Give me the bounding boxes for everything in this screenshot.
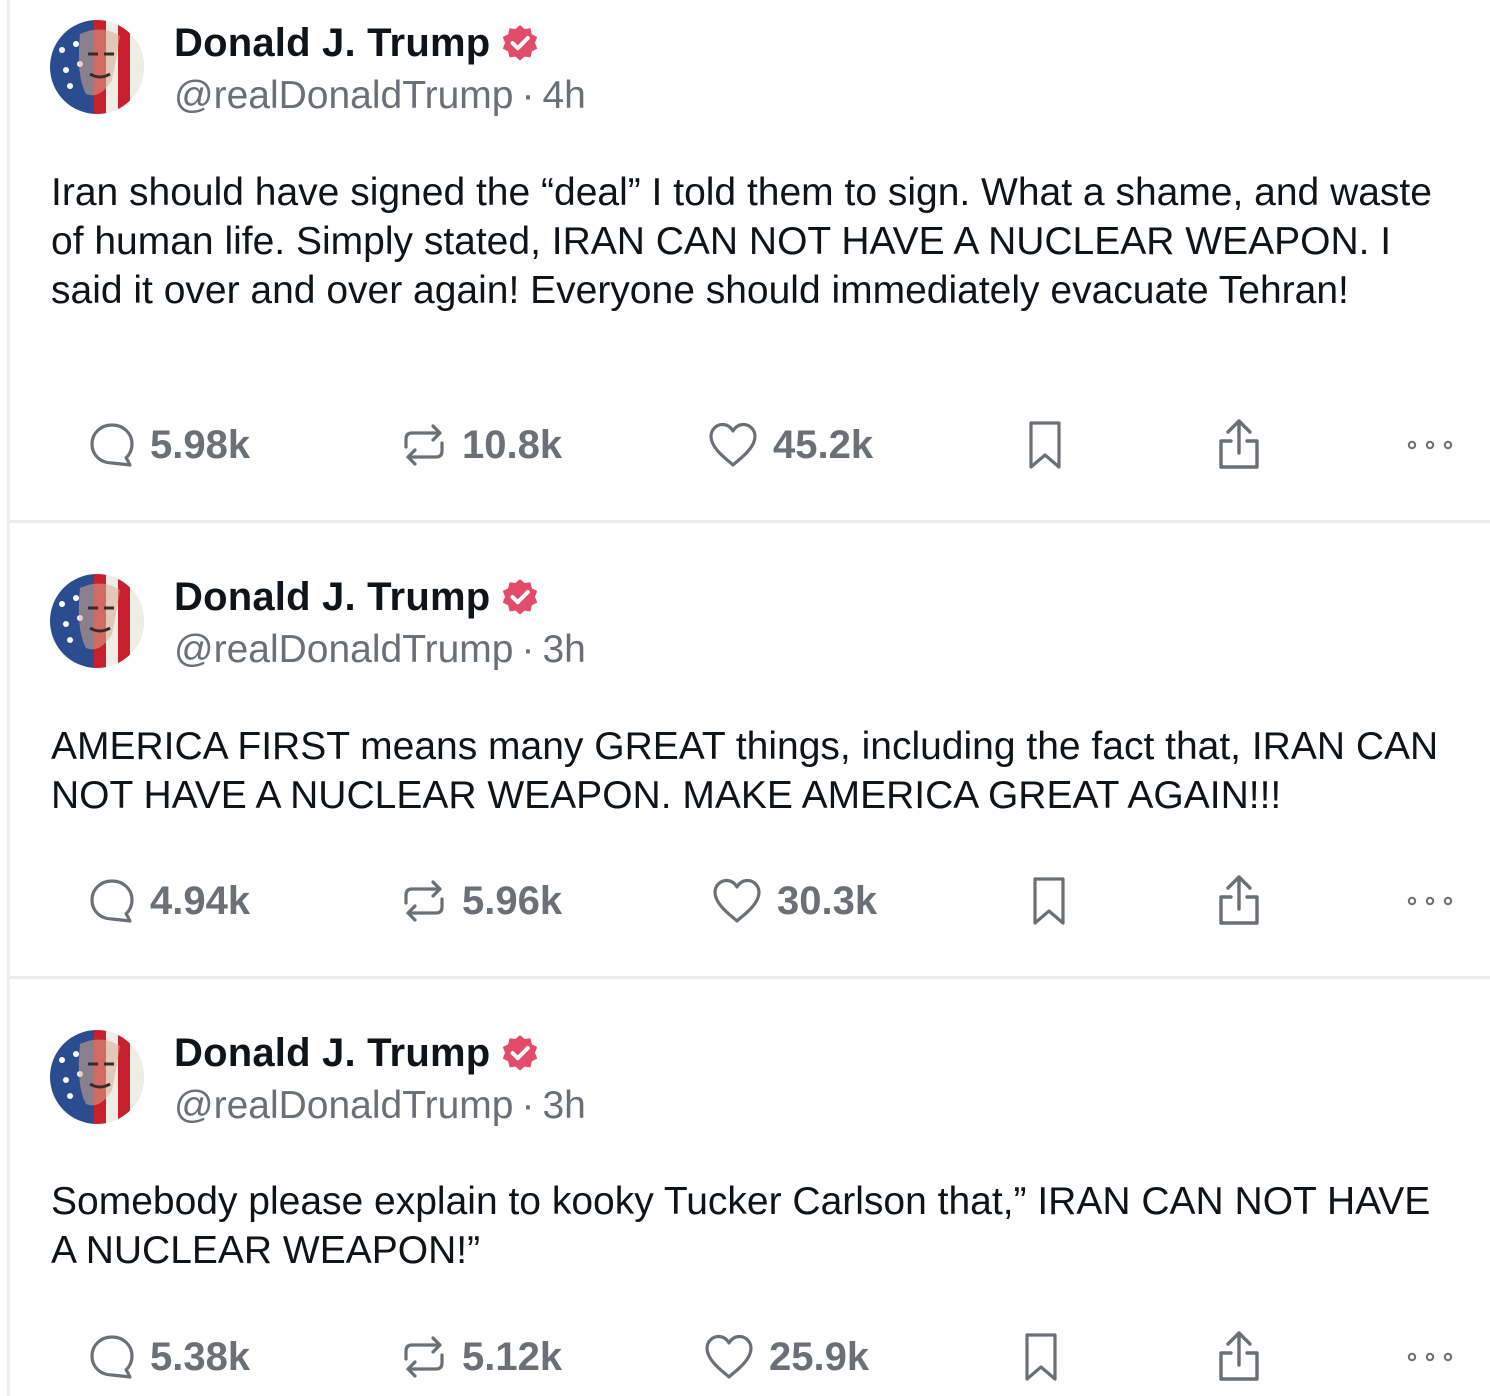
- handle-row: @realDonaldTrump · 4h: [174, 74, 586, 118]
- author-name[interactable]: Donald J. Trump: [174, 1031, 490, 1076]
- bookmark-button[interactable]: [1019, 1327, 1063, 1387]
- heart-icon: [713, 878, 761, 923]
- repost-arrows-icon: [404, 880, 444, 922]
- bookmark-icon: [1033, 877, 1065, 925]
- post-timestamp[interactable]: 3h: [542, 628, 585, 671]
- share-upload-icon: [1219, 419, 1259, 469]
- handle-row: @realDonaldTrump · 3h: [174, 1084, 586, 1128]
- author-row: Donald J. Trump: [174, 1028, 540, 1078]
- author-row: Donald J. Trump: [174, 572, 540, 622]
- speech-bubble-icon: [90, 423, 134, 467]
- share-button[interactable]: [1215, 871, 1263, 931]
- like-count: 45.2k: [773, 422, 874, 467]
- repost-button[interactable]: 10.8k: [400, 415, 562, 475]
- share-button[interactable]: [1215, 415, 1263, 475]
- speech-bubble-icon: [90, 1335, 134, 1379]
- like-button[interactable]: 25.9k: [703, 1327, 869, 1387]
- separator-dot: ·: [521, 74, 535, 117]
- author-handle[interactable]: @realDonaldTrump: [174, 1084, 513, 1127]
- post-timestamp[interactable]: 3h: [542, 1084, 585, 1127]
- share-upload-icon: [1219, 875, 1259, 925]
- post-text: Somebody please explain to kooky Tucker …: [51, 1180, 1431, 1272]
- reply-button[interactable]: 4.94k: [88, 871, 250, 931]
- repost-arrows-icon: [404, 424, 444, 466]
- more-options-button[interactable]: [1406, 415, 1454, 475]
- repost-button[interactable]: 5.12k: [400, 1327, 562, 1387]
- reply-button[interactable]: 5.98k: [88, 415, 250, 475]
- verified-badge-icon: [503, 25, 538, 61]
- author-handle[interactable]: @realDonaldTrump: [174, 74, 513, 117]
- handle-row: @realDonaldTrump · 3h: [174, 628, 586, 672]
- verified-badge-icon: [503, 1035, 538, 1071]
- author-handle[interactable]: @realDonaldTrump: [174, 628, 513, 671]
- post-card[interactable]: Donald J. Trump @realDonaldTrump · 3h AMER…: [10, 523, 1490, 979]
- action-bar: 5.38k 5.12k 25.9k: [10, 1327, 1490, 1387]
- avatar[interactable]: [50, 1030, 144, 1124]
- heart-icon: [709, 422, 757, 467]
- repost-count: 5.12k: [462, 1334, 563, 1379]
- like-button[interactable]: 30.3k: [711, 871, 877, 931]
- reply-button[interactable]: 5.38k: [88, 1327, 250, 1387]
- more-options-button[interactable]: [1406, 1327, 1454, 1387]
- share-upload-icon: [1219, 1331, 1259, 1381]
- ellipsis-icon: [1407, 1352, 1453, 1362]
- bookmark-button[interactable]: [1027, 871, 1071, 931]
- post-card[interactable]: Donald J. Trump @realDonaldTrump · 3h Some…: [10, 979, 1490, 1396]
- repost-arrows-icon: [404, 1336, 444, 1378]
- post-card[interactable]: Donald J. Trump @realDonaldTrump · 4h Iran…: [10, 0, 1490, 469]
- post-timestamp[interactable]: 4h: [542, 74, 585, 117]
- repost-count: 5.96k: [462, 878, 563, 923]
- action-bar: 4.94k 5.96k 30.3k: [10, 871, 1490, 931]
- repost-button[interactable]: 5.96k: [400, 871, 562, 931]
- like-button[interactable]: 45.2k: [707, 415, 873, 475]
- more-options-button[interactable]: [1406, 871, 1454, 931]
- verified-badge-icon: [503, 579, 538, 615]
- author-name[interactable]: Donald J. Trump: [174, 575, 490, 620]
- reply-count: 4.94k: [150, 878, 251, 923]
- author-name[interactable]: Donald J. Trump: [174, 21, 490, 66]
- ellipsis-icon: [1407, 440, 1453, 450]
- separator-dot: ·: [521, 628, 535, 671]
- bookmark-icon: [1025, 1333, 1057, 1381]
- action-bar: 5.98k 10.8k 45.2k: [10, 415, 1490, 475]
- bookmark-icon: [1029, 421, 1061, 469]
- share-button[interactable]: [1215, 1327, 1263, 1387]
- post-text: Iran should have signed the “deal” I tol…: [51, 171, 1432, 312]
- author-row: Donald J. Trump: [174, 18, 540, 68]
- avatar[interactable]: [50, 20, 144, 114]
- heart-icon: [705, 1334, 753, 1379]
- bookmark-button[interactable]: [1023, 415, 1067, 475]
- post-text: AMERICA FIRST means many GREAT things, i…: [51, 725, 1439, 817]
- reply-count: 5.98k: [150, 422, 251, 467]
- repost-count: 10.8k: [462, 422, 563, 467]
- like-count: 25.9k: [769, 1334, 870, 1379]
- speech-bubble-icon: [90, 879, 134, 923]
- ellipsis-icon: [1407, 896, 1453, 906]
- like-count: 30.3k: [777, 878, 878, 923]
- separator-dot: ·: [521, 1084, 535, 1127]
- avatar[interactable]: [50, 574, 144, 668]
- reply-count: 5.38k: [150, 1334, 251, 1379]
